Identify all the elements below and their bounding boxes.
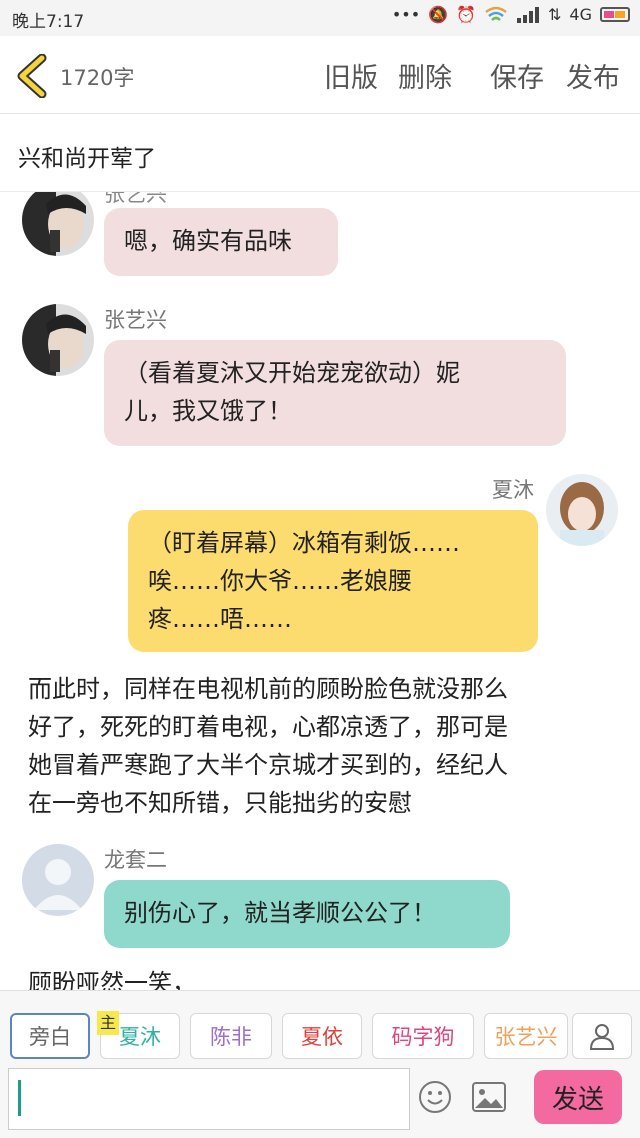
role-chip[interactable]: 张艺兴 (484, 1013, 568, 1059)
status-bar: 晚上7:17 ••• 🔕 ⏰ ⇅ 4G (0, 0, 640, 36)
message-line: 唉……你大爷……老娘腰 (148, 567, 412, 595)
editor-header: 1720字 旧版 删除 保存 发布 (0, 36, 640, 114)
message-line: （盯着屏幕）冰箱有剩饭…… (148, 529, 460, 557)
narration-block[interactable]: 而此时，同样在电视机前的顾盼脸色就没那么 好了，死死的盯着电视，心都凉透了，那可… (28, 670, 508, 822)
chevron-left-icon[interactable] (14, 54, 50, 98)
default-avatar-icon[interactable] (22, 844, 94, 916)
role-label: 夏依 (301, 1025, 343, 1049)
narration-line: 好了，死死的盯着电视，心都凉透了，那可是 (28, 713, 508, 741)
mute-icon: 🔕 (428, 5, 449, 24)
status-icons: ••• 🔕 ⏰ ⇅ 4G (392, 5, 630, 24)
narration-line: 而此时，同样在电视机前的顾盼脸色就没那么 (28, 675, 508, 703)
message-line: 疼……唔…… (148, 605, 292, 633)
role-selector-bar: 旁白 夏沐 主 陈非 夏依 码字狗 张艺兴 (0, 990, 640, 1066)
word-count: 1720字 (60, 66, 135, 90)
message-input[interactable] (8, 1068, 410, 1130)
speaker-name: 张艺兴 (104, 308, 167, 332)
message-input-bar: 发送 (0, 1066, 640, 1138)
image-icon[interactable] (472, 1082, 506, 1112)
alarm-icon: ⏰ (456, 5, 477, 24)
network-type: 4G (569, 5, 592, 24)
save-button[interactable]: 保存 (490, 56, 544, 95)
old-version-button[interactable]: 旧版 (324, 56, 378, 95)
narration-block[interactable]: 顾盼哑然一笑， (28, 964, 196, 990)
speaker-name: 夏沐 (492, 478, 534, 502)
smiley-icon[interactable] (418, 1080, 452, 1114)
message-bubble[interactable]: （盯着屏幕）冰箱有剩饭…… 唉……你大爷……老娘腰 疼……唔…… (128, 510, 538, 652)
signal-icon (517, 6, 540, 23)
role-chip[interactable]: 码字狗 (372, 1013, 474, 1059)
role-label: 张艺兴 (494, 1025, 558, 1049)
speaker-name: 龙套二 (104, 848, 167, 872)
role-label: 旁白 (29, 1025, 71, 1049)
more-dots-icon: ••• (391, 5, 421, 24)
send-button[interactable]: 发送 (534, 1070, 622, 1124)
role-chip[interactable]: 旁白 (10, 1013, 90, 1059)
battery-icon (600, 7, 630, 22)
text-caret (18, 1080, 21, 1116)
story-title-bar[interactable]: 兴和尚开荤了 (0, 115, 640, 192)
speaker-name: 张艺兴 (104, 192, 167, 206)
message-line: （看着夏沐又开始宠宠欲动）妮 (124, 359, 460, 387)
publish-button[interactable]: 发布 (566, 56, 620, 95)
role-chip[interactable]: 夏依 (282, 1013, 362, 1059)
wifi-icon (485, 6, 507, 21)
message-bubble[interactable]: （看着夏沐又开始宠宠欲动）妮 儿，我又饿了！ (104, 340, 566, 446)
role-label: 夏沐 (119, 1025, 161, 1049)
avatar[interactable] (22, 192, 94, 256)
role-chip[interactable]: 陈非 (190, 1013, 272, 1059)
story-title: 兴和尚开荤了 (18, 146, 156, 172)
data-transfer-icon: ⇅ (548, 5, 562, 24)
delete-button[interactable]: 删除 (398, 56, 452, 95)
role-label: 码字狗 (391, 1025, 455, 1049)
narration-line: 她冒着严寒跑了大半个京城才买到的，经纪人 (28, 751, 508, 779)
host-badge: 主 (97, 1011, 119, 1035)
add-role-button[interactable] (572, 1013, 632, 1059)
status-time: 晚上7:17 (12, 12, 85, 32)
chat-scroll-area[interactable]: 张艺兴 嗯，确实有品味 张艺兴 （看着夏沐又开始宠宠欲动）妮 儿，我又饿了！ 夏… (0, 192, 640, 990)
message-bubble[interactable]: 别伤心了，就当孝顺公公了！ (104, 880, 510, 948)
role-label: 陈非 (210, 1025, 252, 1049)
avatar[interactable] (546, 474, 618, 546)
avatar[interactable] (22, 304, 94, 376)
narration-line: 在一旁也不知所错，只能拙劣的安慰 (28, 789, 412, 817)
message-line: 儿，我又饿了！ (124, 397, 292, 425)
message-bubble[interactable]: 嗯，确实有品味 (104, 208, 338, 276)
person-icon (589, 1024, 615, 1050)
